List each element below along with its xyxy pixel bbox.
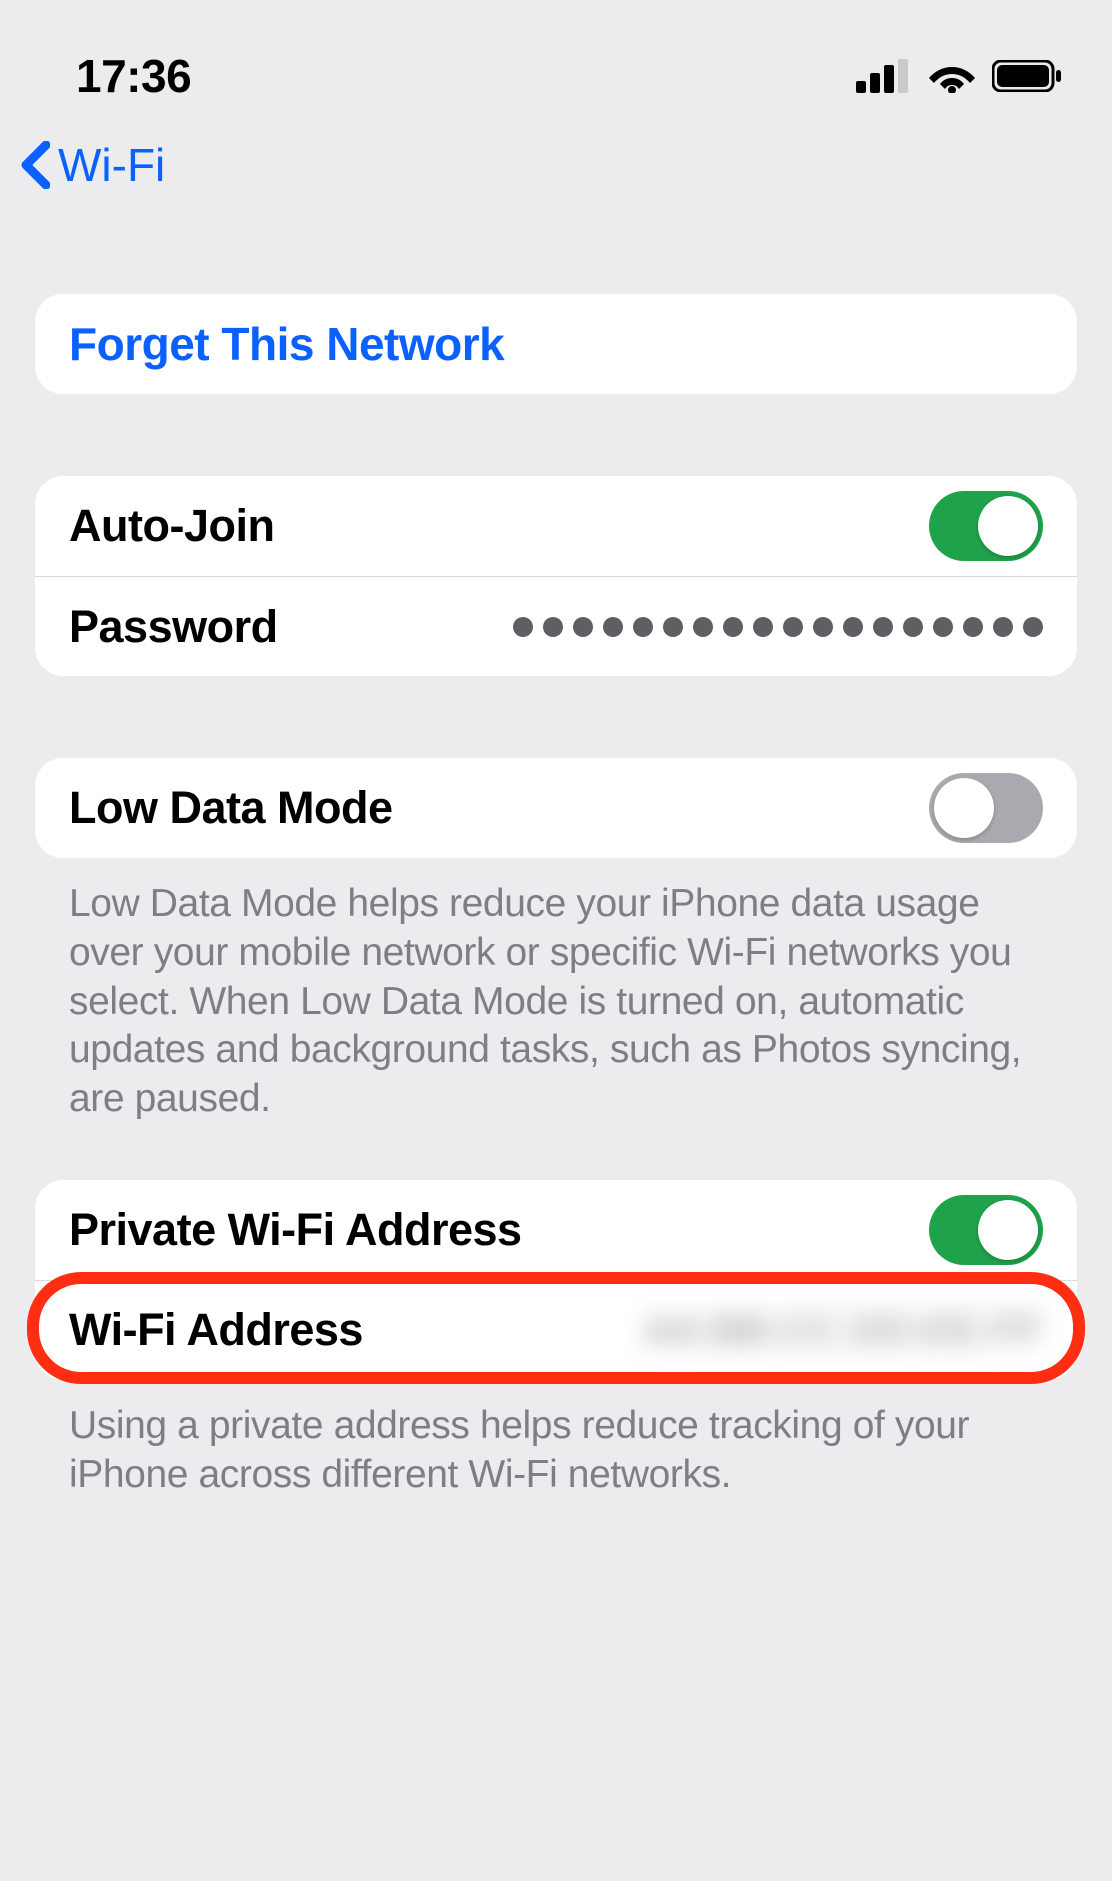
private-address-row: Private Wi-Fi Address (35, 1180, 1077, 1280)
forget-group: Forget This Network (35, 294, 1077, 394)
private-address-toggle[interactable] (929, 1195, 1043, 1265)
lowdata-toggle[interactable] (929, 773, 1043, 843)
lowdata-footer: Low Data Mode helps reduce your iPhone d… (35, 880, 1077, 1124)
autojoin-toggle[interactable] (929, 491, 1043, 561)
status-bar: 17:36 (0, 0, 1112, 110)
chevron-left-icon (20, 141, 50, 189)
battery-icon (992, 60, 1062, 92)
private-address-footer: Using a private address helps reduce tra… (35, 1402, 1077, 1500)
lowdata-group: Low Data Mode (35, 758, 1077, 858)
forget-network-label: Forget This Network (69, 317, 504, 371)
back-button[interactable]: Wi-Fi (20, 138, 165, 192)
password-row[interactable]: Password (35, 576, 1077, 676)
wifi-icon (928, 59, 976, 93)
cellular-icon (856, 59, 912, 93)
status-icons (856, 59, 1062, 93)
wifi-address-value: AA:BB:CC:DD:EE:FF (644, 1306, 1043, 1354)
password-label: Password (69, 601, 278, 653)
lowdata-row: Low Data Mode (35, 758, 1077, 858)
back-label: Wi-Fi (58, 138, 165, 192)
lowdata-label: Low Data Mode (69, 782, 393, 834)
autojoin-password-group: Auto-Join Password (35, 476, 1077, 676)
nav-bar: Wi-Fi (0, 110, 1112, 202)
forget-network-button[interactable]: Forget This Network (35, 294, 1077, 394)
private-address-group: Private Wi-Fi Address Wi-Fi Address AA:B… (35, 1180, 1077, 1380)
status-time: 17:36 (76, 49, 191, 103)
content: Forget This Network Auto-Join Password L… (0, 294, 1112, 1499)
password-value-dots (513, 617, 1043, 637)
private-address-label: Private Wi-Fi Address (69, 1204, 522, 1256)
wifi-address-label: Wi-Fi Address (69, 1304, 363, 1356)
autojoin-row: Auto-Join (35, 476, 1077, 576)
autojoin-label: Auto-Join (69, 500, 274, 552)
wifi-address-row[interactable]: Wi-Fi Address AA:BB:CC:DD:EE:FF (35, 1280, 1077, 1380)
